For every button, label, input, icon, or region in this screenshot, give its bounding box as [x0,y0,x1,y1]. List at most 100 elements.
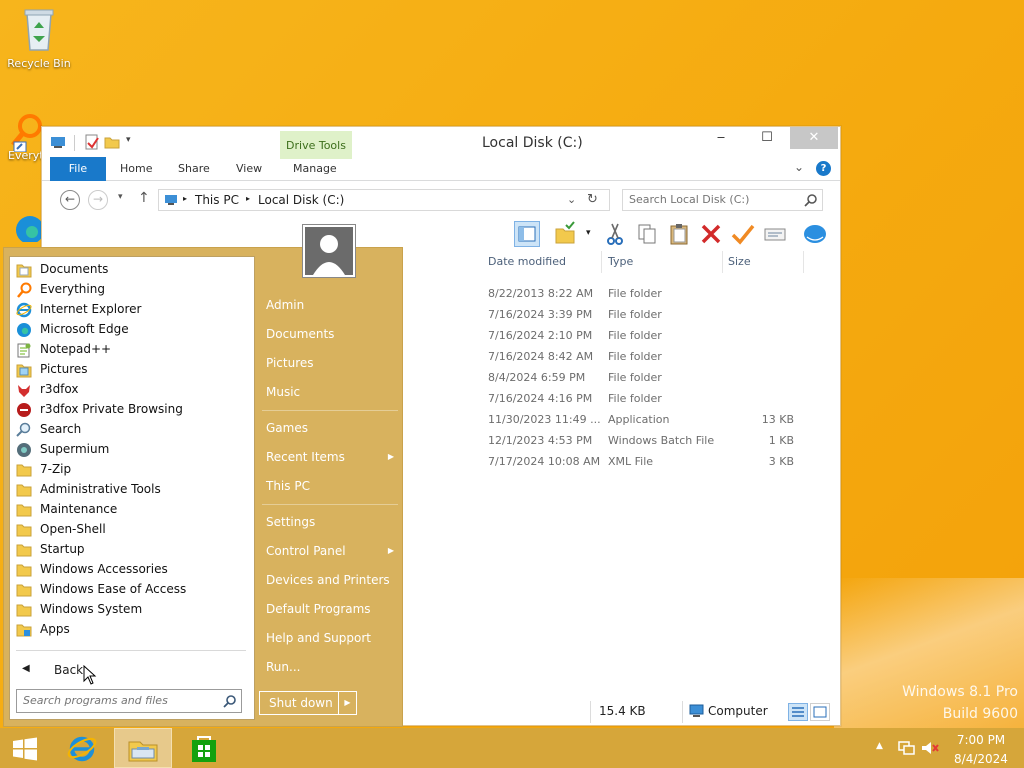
large-icons-view-button[interactable] [810,703,830,721]
user-avatar[interactable] [302,224,356,278]
program-r3dfox[interactable]: r3dfox [16,380,252,400]
column-date-modified[interactable]: Date modified [488,255,566,268]
delete-button[interactable] [698,221,724,247]
start-item-settings[interactable]: Settings [266,510,398,534]
ribbon-expand-icon[interactable]: ⌄ [794,160,804,174]
properties-icon[interactable] [84,134,100,150]
rename-button[interactable] [730,221,756,247]
network-icon[interactable] [897,740,915,756]
open-shell-button[interactable] [802,221,828,247]
start-item-default-programs[interactable]: Default Programs [266,597,398,621]
shutdown-button[interactable]: Shut down ▶ [259,691,357,715]
breadcrumb-this-pc[interactable]: This PC [195,193,239,207]
new-folder-icon[interactable] [104,134,120,150]
file-row[interactable]: 7/17/2024 10:08 AM XML File 3 KB [482,451,832,472]
program-notepad-plus-plus[interactable]: Notepad++ [16,340,252,360]
program-microsoft-edge[interactable]: Microsoft Edge [16,320,252,340]
tab-view[interactable]: View [236,157,262,181]
file-row[interactable]: 12/1/2023 4:53 PM Windows Batch File 1 KB [482,430,832,451]
program-folder-startup[interactable]: Startup [16,540,252,560]
program-folder-windows-ease-of-access[interactable]: Windows Ease of Access [16,580,252,600]
program-internet-explorer[interactable]: Internet Explorer [16,300,252,320]
column-size[interactable]: Size [728,255,751,268]
search-icon[interactable] [223,695,236,708]
clock[interactable]: 7:00 PM 8/4/2024 [944,732,1018,767]
help-icon[interactable]: ? [816,161,831,176]
back-button[interactable]: ◀ Back [16,661,216,681]
program-folder-windows-accessories[interactable]: Windows Accessories [16,560,252,580]
program-folder-maintenance[interactable]: Maintenance [16,500,252,520]
program-documents[interactable]: Documents [16,260,252,280]
taskbar-file-explorer[interactable] [114,728,172,768]
volume-muted-icon[interactable] [921,740,939,756]
start-search-box[interactable] [16,689,242,713]
start-item-pictures[interactable]: Pictures [266,351,398,375]
program-everything[interactable]: Everything [16,280,252,300]
start-item-admin[interactable]: Admin [266,293,398,317]
refresh-icon[interactable]: ↻ [587,192,598,207]
file-row[interactable]: 8/4/2024 6:59 PM File folder [482,367,832,388]
forward-nav-button[interactable]: → [88,190,108,210]
explorer-search-input[interactable] [629,193,799,206]
start-item-music[interactable]: Music [266,380,398,404]
tab-manage[interactable]: Manage [293,157,337,181]
breadcrumb-local-disk[interactable]: Local Disk (C:) [258,193,344,207]
cut-button[interactable] [602,221,628,247]
program-search[interactable]: Search [16,420,252,440]
column-divider[interactable] [722,251,723,273]
edge-desktop-icon-partial[interactable] [12,212,44,244]
properties-button[interactable] [762,221,788,247]
program-folder-apps[interactable]: Apps [16,620,252,640]
file-row[interactable]: 7/16/2024 2:10 PM File folder [482,325,832,346]
details-view-button[interactable] [788,703,808,721]
start-button[interactable] [0,728,48,768]
start-menu[interactable]: Documents Everything Internet Explorer M… [3,224,403,727]
start-item-this-pc[interactable]: This PC [266,474,398,498]
column-divider[interactable] [601,251,602,273]
paste-button[interactable] [666,221,692,247]
up-level-icon[interactable]: ↑ [138,190,150,206]
file-row[interactable]: 8/22/2013 8:22 AM File folder [482,283,832,304]
preview-pane-button[interactable] [514,221,540,247]
start-item-help-and-support[interactable]: Help and Support [266,626,398,650]
file-row[interactable]: 7/16/2024 8:42 AM File folder [482,346,832,367]
start-item-devices-and-printers[interactable]: Devices and Printers [266,568,398,592]
folder-options-dropdown-icon[interactable]: ▾ [586,228,591,238]
minimize-button[interactable]: ‒ [698,127,744,149]
start-item-control-panel[interactable]: Control Panel ▶ [266,539,398,563]
recent-locations-icon[interactable]: ▾ [118,192,123,202]
search-icon[interactable] [804,194,817,207]
explorer-search-box[interactable] [622,189,823,211]
shutdown-options-arrow-icon[interactable]: ▶ [338,692,356,714]
column-divider[interactable] [803,251,804,273]
title-bar[interactable]: ▾ Drive Tools Local Disk (C:) ‒ ☐ ✕ [42,127,840,159]
qat-dropdown-icon[interactable]: ▾ [126,135,131,145]
close-button[interactable]: ✕ [790,127,838,149]
program-r3dfox-private[interactable]: r3dfox Private Browsing [16,400,252,420]
program-supermium[interactable]: Supermium [16,440,252,460]
start-item-documents[interactable]: Documents [266,322,398,346]
file-row[interactable]: 11/30/2023 11:49 ... Application 13 KB [482,409,832,430]
file-row[interactable]: 7/16/2024 4:16 PM File folder [482,388,832,409]
back-nav-button[interactable]: ← [60,190,80,210]
tab-home[interactable]: Home [120,157,152,181]
folder-options-button[interactable] [552,221,578,247]
file-row[interactable]: 7/16/2024 3:39 PM File folder [482,304,832,325]
program-folder-7-zip[interactable]: 7-Zip [16,460,252,480]
program-pictures[interactable]: Pictures [16,360,252,380]
maximize-button[interactable]: ☐ [744,127,790,149]
copy-button[interactable] [634,221,660,247]
start-item-recent-items[interactable]: Recent Items ▶ [266,445,398,469]
program-folder-windows-system[interactable]: Windows System [16,600,252,620]
address-bar[interactable]: ▸ This PC ▸ Local Disk (C:) ⌄ ↻ [158,189,610,211]
address-dropdown-icon[interactable]: ⌄ [567,193,576,206]
taskbar-internet-explorer[interactable] [58,728,106,768]
start-item-games[interactable]: Games [266,416,398,440]
program-folder-open-shell[interactable]: Open-Shell [16,520,252,540]
start-search-input[interactable] [23,694,213,707]
tab-file[interactable]: File [50,157,106,181]
recycle-bin-desktop-icon[interactable]: Recycle Bin [6,6,72,70]
start-item-run[interactable]: Run... [266,655,398,679]
tab-share[interactable]: Share [178,157,210,181]
program-folder-administrative-tools[interactable]: Administrative Tools [16,480,252,500]
